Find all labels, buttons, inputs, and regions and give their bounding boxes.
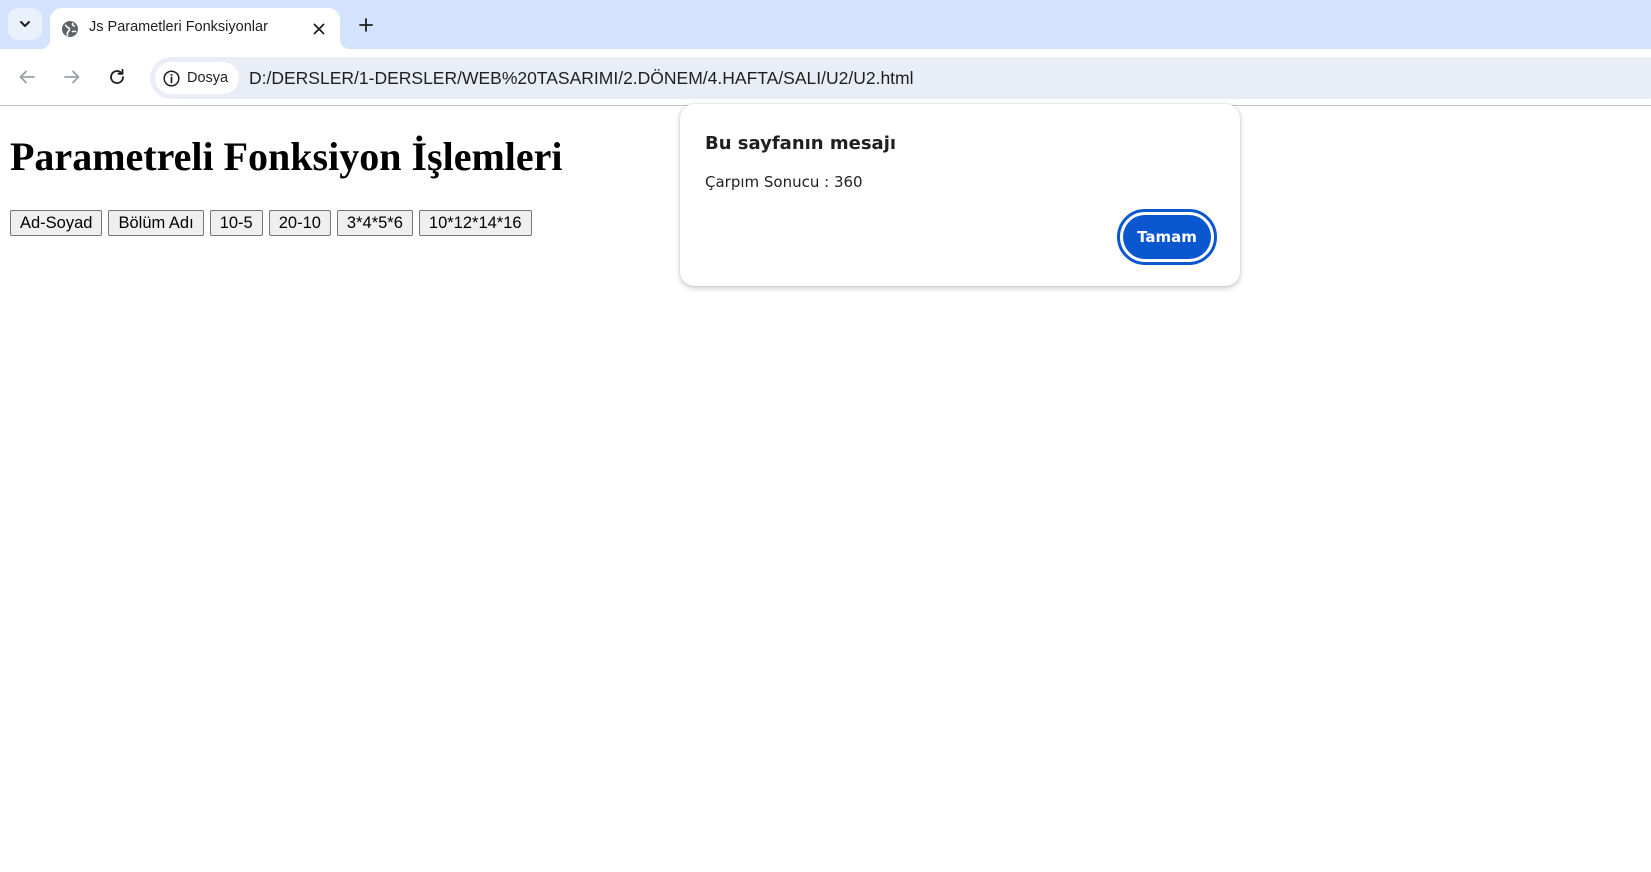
tab-close-button[interactable]	[308, 18, 330, 40]
info-icon	[163, 69, 180, 87]
reload-icon	[110, 68, 124, 84]
subtract-20-10-button[interactable]: 20-10	[268, 210, 331, 236]
multiply-10-12-14-16-button[interactable]: 10*12*14*16	[418, 210, 532, 236]
tab-title: Js Parametleri Fonksiyonlar	[89, 19, 268, 35]
function-button-row: Ad-Soyad Bölüm Adı 10-5 20-10 3*4*5*6 10…	[10, 210, 538, 236]
dialog-title: Bu sayfanın mesajı	[705, 133, 897, 154]
reload-button[interactable]	[101, 61, 133, 93]
multiply-3-4-5-6-button[interactable]: 3*4*5*6	[336, 210, 413, 236]
dialog-ok-label: Tamam	[1123, 215, 1211, 259]
bolum-adi-button[interactable]: Bölüm Adı	[108, 210, 204, 236]
globe-icon	[62, 21, 78, 37]
tab-strip: Js Parametleri Fonksiyonlar	[0, 0, 1651, 49]
back-button[interactable]	[11, 61, 43, 93]
dialog-ok-button[interactable]: Tamam	[1117, 209, 1217, 265]
forward-arrow-icon	[64, 70, 80, 84]
alert-dialog: Bu sayfanın mesajı Çarpım Sonucu : 360 T…	[680, 104, 1240, 286]
forward-button[interactable]	[56, 61, 88, 93]
site-info-label: Dosya	[187, 70, 229, 86]
plus-icon	[359, 18, 373, 32]
close-icon	[313, 23, 325, 35]
new-tab-button[interactable]	[352, 11, 380, 39]
dialog-message: Çarpım Sonucu : 360	[705, 173, 863, 191]
site-info-chip[interactable]: Dosya	[155, 62, 240, 94]
back-arrow-icon	[19, 70, 35, 84]
subtract-10-5-button[interactable]: 10-5	[209, 210, 263, 236]
tab-search-button[interactable]	[8, 8, 42, 40]
active-tab[interactable]: Js Parametleri Fonksiyonlar	[40, 8, 350, 49]
page-title: Parametreli Fonksiyon İşlemleri	[10, 134, 563, 179]
browser-toolbar: Dosya D:/DERSLER/1-DERSLER/WEB%20TASARIM…	[0, 49, 1651, 106]
ad-soyad-button[interactable]: Ad-Soyad	[10, 210, 103, 236]
address-bar[interactable]: Dosya D:/DERSLER/1-DERSLER/WEB%20TASARIM…	[150, 57, 1651, 99]
tab-search-icon	[20, 21, 30, 27]
url-text[interactable]: D:/DERSLER/1-DERSLER/WEB%20TASARIMI/2.DÖ…	[249, 68, 914, 89]
